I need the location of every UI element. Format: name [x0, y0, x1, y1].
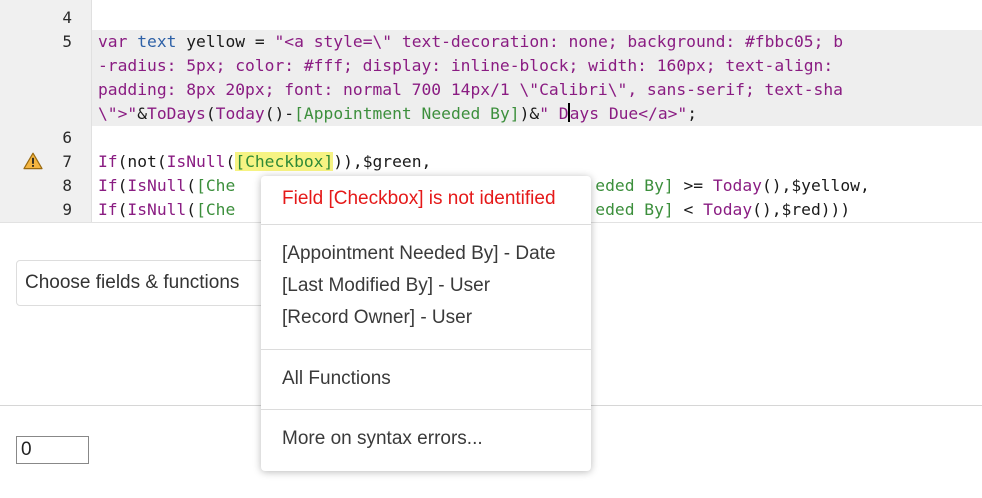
code-line-5-row-1: var text yellow = "<a style=\" text-deco… [98, 32, 844, 51]
warning-triangle-icon[interactable] [23, 152, 43, 170]
line-number: 4 [62, 8, 72, 27]
code-line-5-row-3: padding: 8px 20px; font: normal 700 14px… [98, 80, 843, 99]
popup-divider [261, 409, 591, 410]
code-line-5-row-4: \">"&ToDays(Today()-[Appointment Needed … [98, 103, 698, 123]
syntax-error-popup: Field [Checkbox] is not identified [Appo… [261, 176, 591, 471]
line-number: 8 [62, 176, 72, 195]
field-suggestion-item[interactable]: [Appointment Needed By] - Date [282, 243, 556, 265]
line-number: 5 [62, 32, 72, 51]
error-message: Field [Checkbox] is not identified [282, 188, 556, 209]
number-input[interactable]: 0 [16, 436, 89, 464]
line-number: 9 [62, 200, 72, 219]
popup-divider [261, 224, 591, 225]
code-line-7: If(not(IsNull([Checkbox])),$green, [98, 152, 432, 171]
code-line-5-row-2: -radius: 5px; color: #fff; display: inli… [98, 56, 834, 75]
all-functions-item[interactable]: All Functions [282, 368, 391, 390]
line-number: 6 [62, 128, 72, 147]
choose-fields-functions-button[interactable]: Choose fields & functions [16, 260, 272, 306]
unidentified-field-token: [Checkbox] [235, 152, 334, 171]
syntax-help-link[interactable]: More on syntax errors... [282, 428, 483, 450]
popup-divider [261, 349, 591, 350]
field-suggestion-item[interactable]: [Last Modified By] - User [282, 275, 490, 297]
field-suggestion-item[interactable]: [Record Owner] - User [282, 307, 472, 329]
